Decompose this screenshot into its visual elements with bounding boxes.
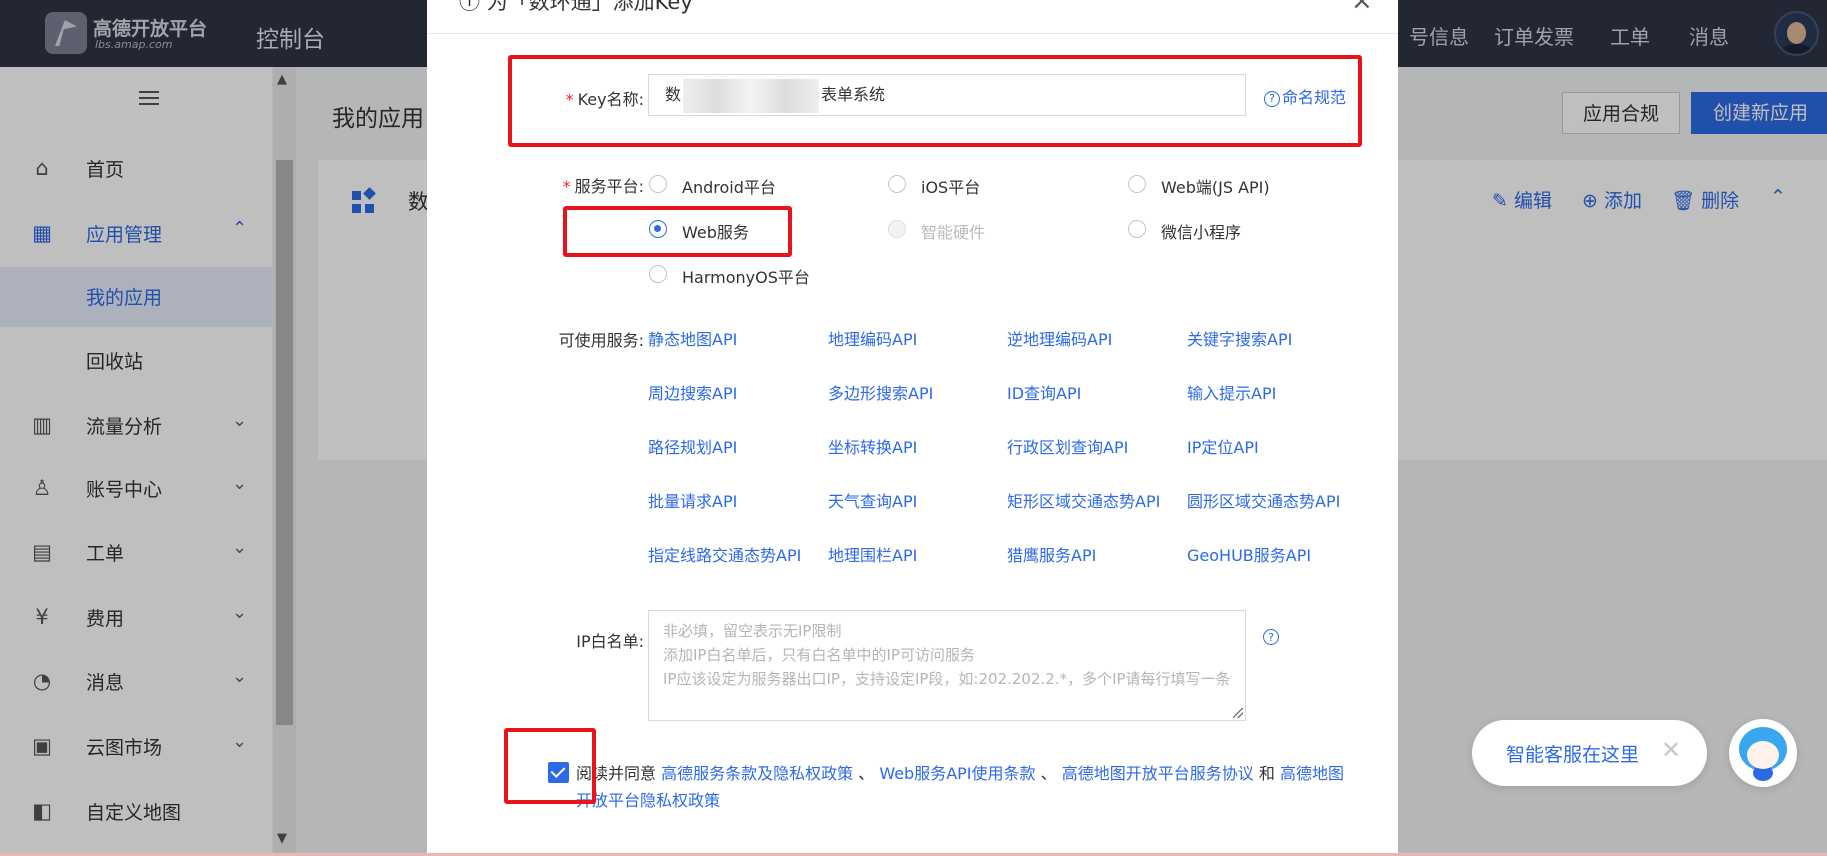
agreement-text: 阅读并同意 高德服务条款及隐私权政策 、 Web服务API使用条款 、 高德地图…: [576, 764, 1344, 810]
service-link-geohub[interactable]: GeoHUB服务API: [1187, 542, 1311, 566]
highlight-key-name: [508, 55, 1362, 147]
radio-circle[interactable]: [888, 175, 906, 193]
radio-circle: [888, 220, 906, 238]
service-link-geofence[interactable]: 地理围栏API: [828, 542, 917, 566]
service-link-polygon-search[interactable]: 多边形搜索API: [828, 380, 933, 404]
service-link-route-planning[interactable]: 路径规划API: [648, 434, 737, 458]
chat-label: 智能客服在这里: [1506, 744, 1640, 766]
web-api-terms-link[interactable]: Web服务API使用条款: [879, 764, 1035, 783]
service-link-id-query[interactable]: ID查询API: [1007, 380, 1081, 404]
service-link-rect-traffic[interactable]: 矩形区域交通态势API: [1007, 488, 1160, 512]
platform-agreement-link[interactable]: 高德地图开放平台服务协议: [1062, 764, 1254, 783]
platform-label: * 服务平台:: [562, 177, 644, 196]
radio-label: iOS平台: [921, 178, 981, 197]
service-link-coordinate-convert[interactable]: 坐标转换API: [828, 434, 917, 458]
radio-label: Android平台: [682, 178, 776, 197]
service-link-batch-request[interactable]: 批量请求API: [648, 488, 737, 512]
service-link-ip-location[interactable]: IP定位API: [1187, 434, 1259, 458]
service-link-falcon[interactable]: 猎鹰服务API: [1007, 542, 1096, 566]
radio-circle[interactable]: [649, 265, 667, 283]
service-link-road-traffic[interactable]: 指定线路交通态势API: [648, 542, 801, 566]
services-label: 可使用服务:: [558, 331, 644, 350]
service-link-geocoding[interactable]: 地理编码API: [828, 326, 917, 350]
service-link-static-map[interactable]: 静态地图API: [648, 326, 737, 350]
modal-title: ⓘ 为「数环通」添加Key: [459, 0, 693, 16]
placeholder-line: 添加IP白名单后，只有白名单中的IP可访问服务: [663, 646, 975, 664]
radio-circle[interactable]: [649, 175, 667, 193]
service-link-around-search[interactable]: 周边搜索API: [648, 380, 737, 404]
placeholder-line: 非必填，留空表示无IP限制: [663, 622, 842, 640]
service-link-weather[interactable]: 天气查询API: [828, 488, 917, 512]
close-icon[interactable]: ×: [1351, 0, 1373, 16]
service-link-circle-traffic[interactable]: 圆形区域交通态势API: [1187, 488, 1340, 512]
radio-label: 智能硬件: [921, 223, 986, 242]
resize-handle-icon[interactable]: [1233, 708, 1243, 718]
chat-close-icon[interactable]: ✕: [1661, 736, 1681, 764]
service-link-input-tips[interactable]: 输入提示API: [1187, 380, 1276, 404]
modal-header: ⓘ 为「数环通」添加Key ×: [427, 0, 1398, 34]
ip-whitelist-label: IP白名单:: [576, 632, 644, 651]
terms-link[interactable]: 高德服务条款及隐私权政策: [661, 764, 853, 783]
modal-title-text: 为「数环通」添加Key: [486, 0, 693, 14]
radio-label: 微信小程序: [1161, 223, 1242, 242]
radio-circle[interactable]: [1128, 175, 1146, 193]
service-link-reverse-geocoding[interactable]: 逆地理编码API: [1007, 326, 1112, 350]
service-link-keyword-search[interactable]: 关键字搜索API: [1187, 326, 1292, 350]
highlight-agree-checkbox: [504, 728, 596, 804]
radio-label: HarmonyOS平台: [682, 268, 810, 287]
placeholder-line: IP应该设定为服务器出口IP，支持设定IP段，如:202.202.2.*，多个I…: [663, 670, 1231, 688]
service-link-district-query[interactable]: 行政区划查询API: [1007, 434, 1128, 458]
radio-label: Web端(JS API): [1161, 178, 1270, 197]
chat-bubble[interactable]: 智能客服在这里 ✕: [1472, 720, 1707, 786]
highlight-web-service: [563, 206, 792, 257]
radio-circle[interactable]: [1128, 220, 1146, 238]
info-icon: ⓘ: [459, 0, 480, 14]
ip-whitelist-textarea[interactable]: 非必填，留空表示无IP限制 添加IP白名单后，只有白名单中的IP可访问服务 IP…: [648, 610, 1246, 721]
chatbot-avatar-icon[interactable]: [1729, 719, 1797, 787]
ip-help-icon[interactable]: ?: [1263, 629, 1279, 645]
